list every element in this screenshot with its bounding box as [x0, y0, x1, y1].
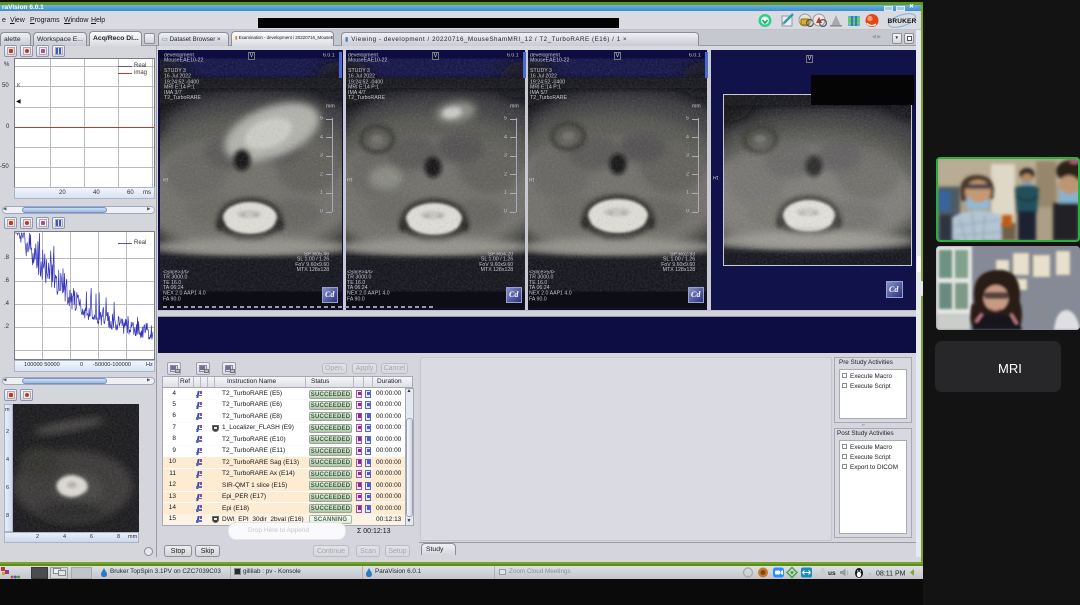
svg-text:us: us: [828, 570, 836, 577]
svg-text:BRUKER: BRUKER: [887, 18, 916, 25]
svg-text:08:11 PM: 08:11 PM: [876, 571, 906, 578]
